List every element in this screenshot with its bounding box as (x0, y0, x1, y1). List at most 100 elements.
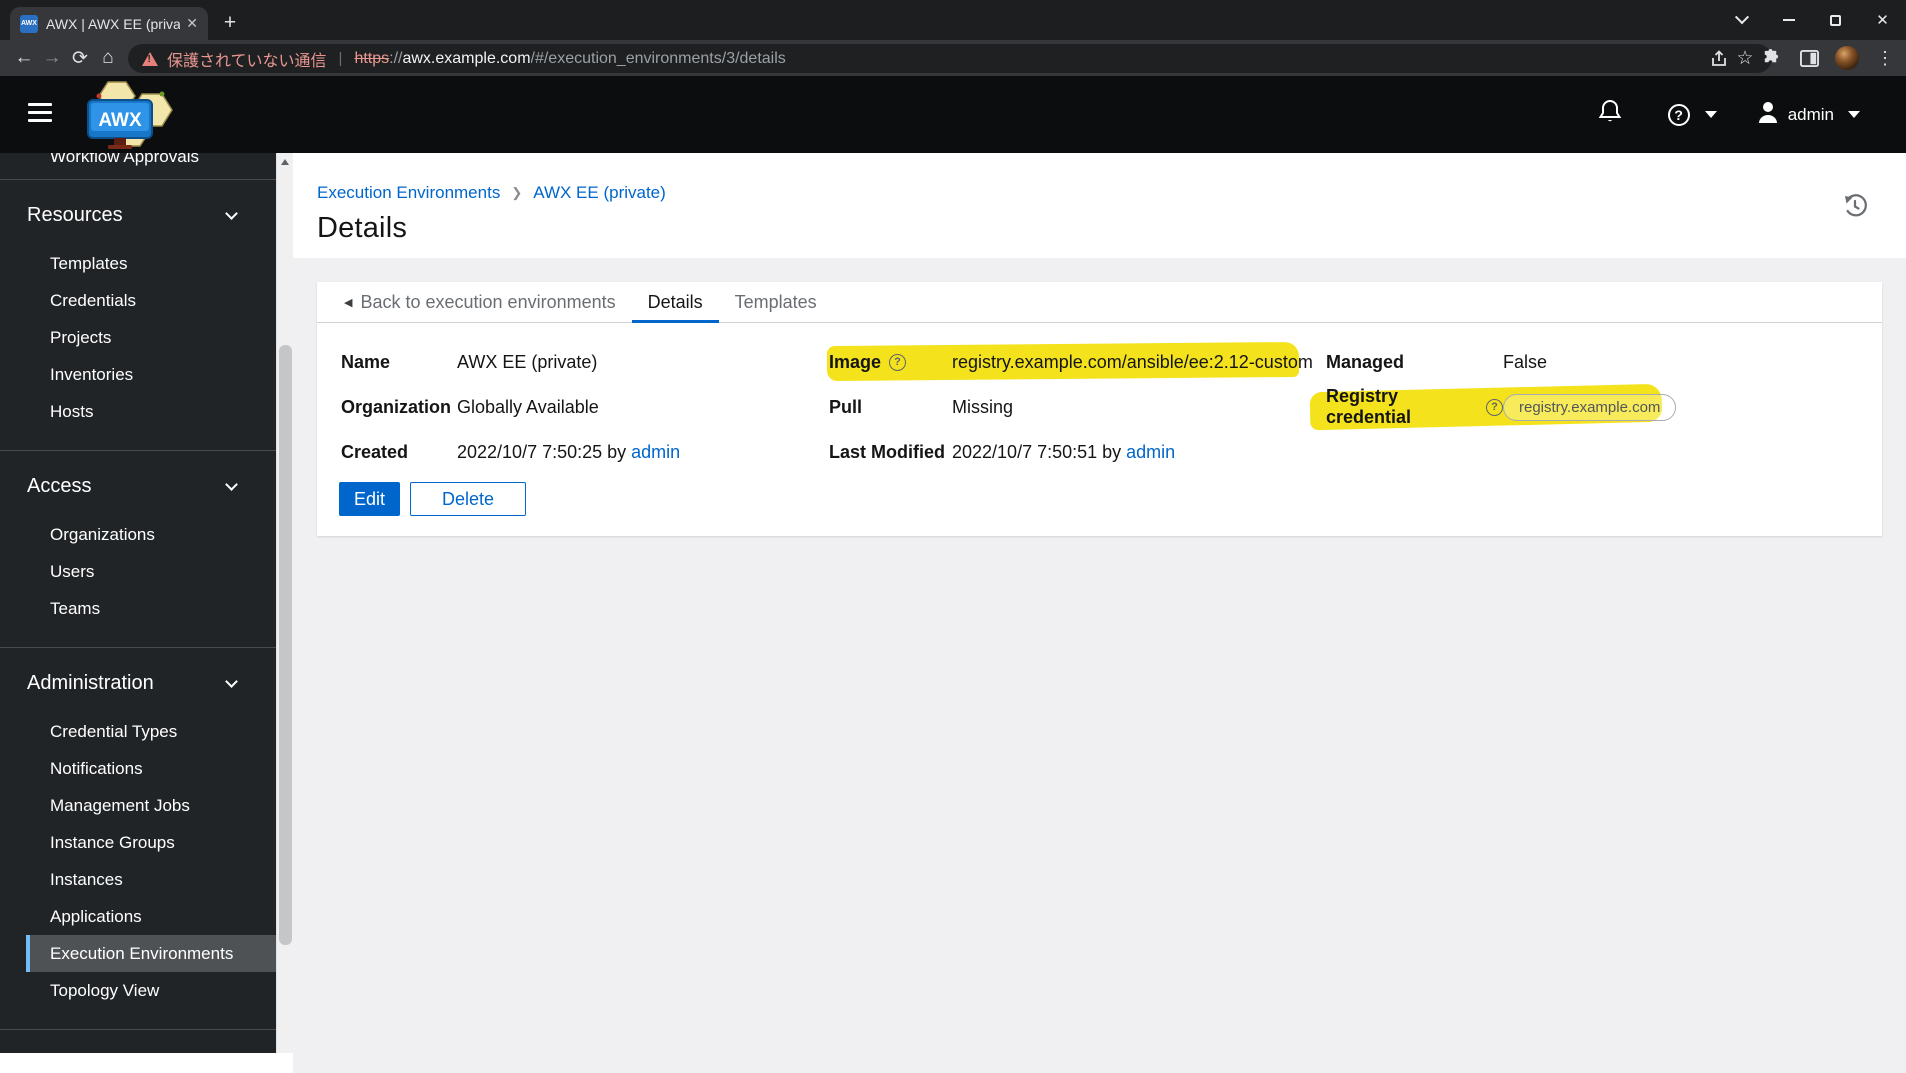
created-value: 2022/10/7 7:50:25 by admin (457, 441, 681, 463)
delete-button[interactable]: Delete (410, 482, 527, 516)
sidebar-item-notifications[interactable]: Notifications (0, 750, 276, 787)
breadcrumb: Execution Environments ❯ AWX EE (private… (317, 183, 1882, 203)
new-tab-button[interactable]: + (216, 9, 244, 37)
maximize-button[interactable] (1812, 0, 1859, 40)
url-host: awx.example.com (402, 49, 531, 67)
bookmark-star-icon[interactable]: ☆ (1732, 46, 1758, 72)
sidebar-group-administration[interactable]: Administration (0, 648, 276, 713)
sidebar-item-execution-environments[interactable]: Execution Environments (26, 935, 276, 972)
browser-tab[interactable]: AWX AWX | AWX EE (private) ✕ (10, 7, 208, 40)
sidebar-item-management-jobs[interactable]: Management Jobs (0, 787, 276, 824)
created-by-link[interactable]: admin (631, 442, 680, 463)
managed-value: False (1503, 351, 1548, 372)
history-icon[interactable] (1842, 193, 1868, 219)
sidebar-group-resources[interactable]: Resources (0, 180, 276, 245)
forward-icon[interactable]: → (38, 40, 66, 76)
organization-label: Organization (341, 396, 452, 417)
nav-toggle-icon[interactable] (28, 103, 52, 127)
extensions-puzzle-icon[interactable] (1757, 45, 1783, 71)
user-icon (1757, 100, 1779, 129)
sidebar-item-projects[interactable]: Projects (0, 319, 276, 356)
name-value: AWX EE (private) (457, 351, 598, 372)
pull-value: Missing (952, 396, 1014, 417)
tabs: ◀ Back to execution environments Details… (317, 282, 1882, 323)
registry-credential-value: registry.example.com (1503, 392, 1882, 422)
browser-menu-icon[interactable]: ⋮ (1872, 45, 1898, 71)
sidebar-item-workflow-approvals[interactable]: Workflow Approvals (0, 153, 276, 179)
sidebar-nav: Workflow Approvals Resources Templates C… (0, 153, 276, 1053)
tab-back-to-execution-environments[interactable]: ◀ Back to execution environments (328, 282, 632, 322)
back-icon[interactable]: ← (10, 40, 38, 76)
minimize-button[interactable] (1765, 0, 1812, 40)
chevron-down-icon (225, 675, 238, 688)
registry-credential-label: Registry credential ? (1326, 386, 1503, 427)
chevron-down-icon (225, 478, 238, 491)
last-modified-value: 2022/10/7 7:50:51 by admin (952, 441, 1176, 463)
help-icon[interactable]: ? (1667, 103, 1690, 126)
action-buttons: Edit Delete (339, 482, 1882, 516)
name-label: Name (341, 351, 391, 372)
sidebar-item-users[interactable]: Users (0, 553, 276, 590)
close-window-button[interactable]: ✕ (1859, 0, 1906, 40)
browser-tab-title: AWX | AWX EE (private) (46, 15, 181, 32)
url-divider: | (338, 50, 343, 67)
pull-label: Pull (829, 396, 863, 417)
sidebar-item-credential-types[interactable]: Credential Types (0, 713, 276, 750)
awx-logo[interactable]: AWX (70, 78, 180, 157)
sidebar-item-templates[interactable]: Templates (0, 245, 276, 282)
sidebar-item-applications[interactable]: Applications (0, 898, 276, 935)
not-secure-warning-icon[interactable] (142, 51, 158, 66)
page-header: Execution Environments ❯ AWX EE (private… (293, 153, 1906, 258)
main-content: Execution Environments ❯ AWX EE (private… (293, 153, 1906, 1073)
sidebar-item-teams[interactable]: Teams (0, 590, 276, 627)
address-bar[interactable]: 保護されていない通信 | https :// awx.example.com /… (128, 44, 1772, 73)
image-value: registry.example.com/ansible/ee:2.12-cus… (952, 351, 1313, 372)
tab-templates[interactable]: Templates (719, 282, 833, 322)
awx-favicon: AWX (20, 14, 38, 33)
managed-label: Managed (1326, 351, 1405, 372)
side-panel-icon[interactable] (1796, 45, 1822, 71)
profile-avatar[interactable] (1835, 46, 1859, 70)
registry-credential-chip[interactable]: registry.example.com (1503, 393, 1677, 421)
registry-credential-help-icon[interactable]: ? (1486, 398, 1503, 416)
breadcrumb-current[interactable]: AWX EE (private) (533, 183, 666, 203)
current-user-label[interactable]: admin (1788, 105, 1834, 125)
browser-titlebar: AWX AWX | AWX EE (private) ✕ + ✕ (0, 0, 1906, 40)
tab-close-icon[interactable]: ✕ (186, 15, 198, 32)
share-icon[interactable] (1706, 46, 1732, 72)
reload-icon[interactable]: ⟳ (66, 40, 94, 76)
tab-details[interactable]: Details (631, 282, 719, 323)
modified-by-link[interactable]: admin (1126, 442, 1175, 463)
image-help-icon[interactable]: ? (889, 353, 907, 371)
bottom-scroll-strip (0, 1053, 293, 1073)
awx-masthead: AWX ? admin (0, 76, 1906, 153)
sidebar-group-settings[interactable]: Settings (0, 1030, 276, 1053)
notifications-bell-icon[interactable] (1598, 99, 1622, 130)
breadcrumb-separator-icon: ❯ (511, 185, 523, 200)
page-title: Details (317, 212, 408, 244)
sidebar-item-organizations[interactable]: Organizations (0, 516, 276, 553)
sidebar-group-access[interactable]: Access (0, 451, 276, 516)
sidebar-item-instances[interactable]: Instances (0, 861, 276, 898)
edit-button[interactable]: Edit (339, 482, 401, 516)
sidebar-item-inventories[interactable]: Inventories (0, 356, 276, 393)
sidebar-item-credentials[interactable]: Credentials (0, 282, 276, 319)
scroll-up-arrow-icon[interactable] (281, 159, 289, 165)
url-scheme-separator: :// (389, 49, 403, 67)
url-path: /#/execution_environments/3/details (530, 49, 786, 67)
user-caret-down-icon[interactable] (1848, 111, 1860, 118)
breadcrumb-execution-environments[interactable]: Execution Environments (317, 183, 500, 203)
sidebar-item-topology-view[interactable]: Topology View (0, 972, 276, 1009)
help-caret-down-icon[interactable] (1704, 111, 1717, 118)
tab-search-icon[interactable] (1718, 0, 1765, 40)
caret-left-icon: ◀ (344, 296, 353, 309)
svg-text:AWX: AWX (98, 110, 142, 131)
scrollbar-thumb[interactable] (279, 345, 292, 945)
created-label: Created (341, 441, 409, 462)
sidebar-item-hosts[interactable]: Hosts (0, 393, 276, 430)
sidebar-scrollbar[interactable] (276, 153, 293, 1066)
home-icon[interactable]: ⌂ (94, 40, 122, 76)
not-secure-label[interactable]: 保護されていない通信 (167, 47, 327, 71)
sidebar-item-instance-groups[interactable]: Instance Groups (0, 824, 276, 861)
masthead-actions: ? admin (1598, 76, 1860, 153)
